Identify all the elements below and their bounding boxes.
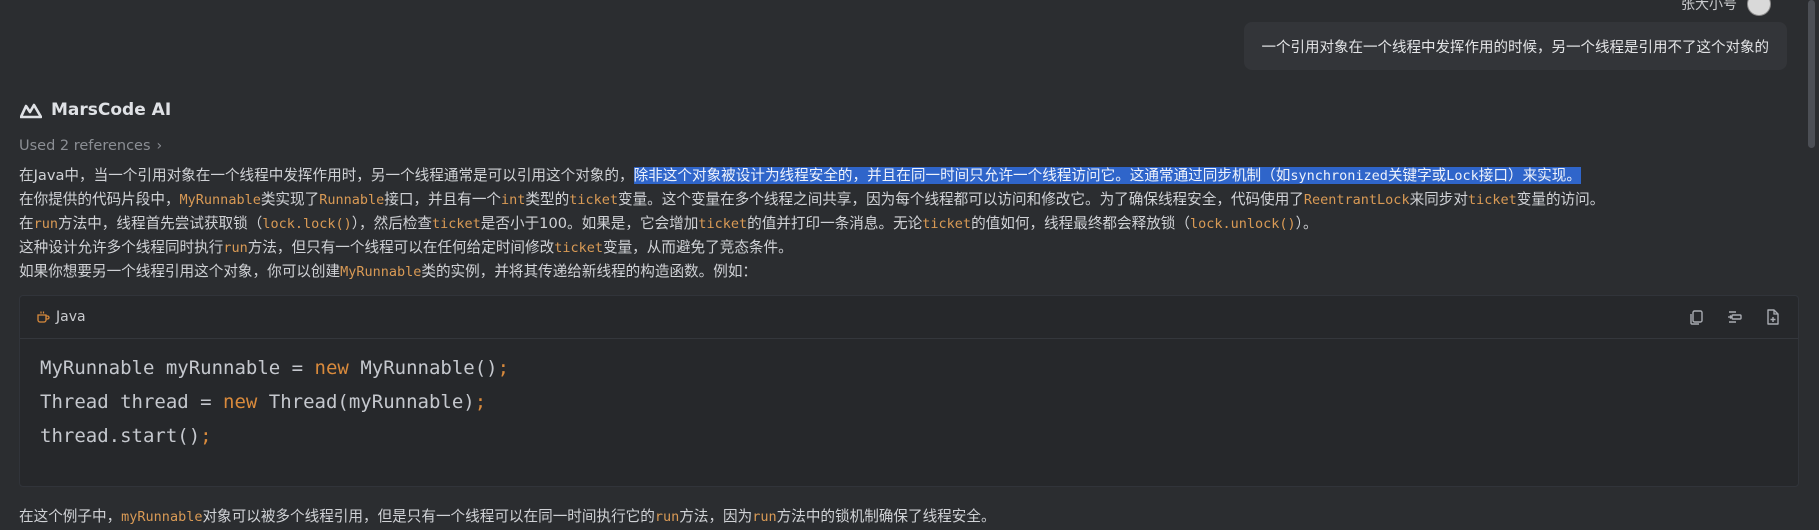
inline-code: Runnable <box>319 192 385 208</box>
selected-text: 除非这个对象被设计为线程安全的，并且在同一时间只允许一个线程访问它。这通常通过同… <box>633 167 1581 184</box>
text-run: 接口）来实现。 <box>1478 167 1581 184</box>
answer-paragraph-1: 在Java中，当一个引用对象在一个线程中发挥作用时，另一个线程通常是可以引用这个… <box>19 164 1789 188</box>
code-block-header: Java <box>20 296 1798 339</box>
new-file-icon[interactable] <box>1764 308 1782 326</box>
text-run: 变量。这个变量在多个线程之间共享，因为每个线程都可以访问和修改它。为了确保线程安… <box>617 191 1304 208</box>
assistant-answer: 在Java中，当一个引用对象在一个线程中发挥作用时，另一个线程通常是可以引用这个… <box>19 164 1789 284</box>
answer-paragraph-3: 在run方法中，线程首先尝试获取锁（lock.lock()），然后检查ticke… <box>19 212 1789 236</box>
user-avatar[interactable] <box>1747 0 1771 16</box>
text-run: 这种设计允许多个线程同时执行 <box>19 239 224 256</box>
inline-code: ticket <box>922 216 972 232</box>
references-toggle[interactable]: Used 2 references › <box>19 138 162 154</box>
text-run: 类型的 <box>525 191 570 208</box>
code-punctuation: ; <box>200 425 212 447</box>
code-body: MyRunnable myRunnable = new MyRunnable()… <box>20 339 1798 465</box>
text-run: 在Java中，当一个引用对象在一个线程中发挥作用时，另一个线程通常是可以引用这个… <box>19 167 634 184</box>
text-run: 来同步对 <box>1409 191 1468 208</box>
assistant-header: MarsCode AI <box>20 100 171 120</box>
answer-paragraph-5: 如果你想要另一个线程引用这个对象，你可以创建MyRunnable类的实例，并将其… <box>19 260 1789 284</box>
text-run: 方法中的锁机制确保了线程安全。 <box>776 508 996 525</box>
inline-code: run <box>223 240 248 256</box>
text-run: 如果你想要另一个线程引用这个对象，你可以创建 <box>19 263 341 280</box>
text-run: 的值并打印一条消息。无论 <box>747 215 923 232</box>
code-language-label: Java <box>56 309 86 325</box>
inline-code: ticket <box>554 240 603 256</box>
inline-code: MyRunnable <box>179 192 261 208</box>
code-keyword: new <box>314 357 349 379</box>
inline-code: ticket <box>698 216 748 232</box>
text-run: 类实现了 <box>260 191 320 208</box>
assistant-name: MarsCode AI <box>51 100 172 120</box>
text-run: 在 <box>19 215 34 232</box>
code-block: Java MyRunnable myRunnable = new MyRunna… <box>19 295 1799 487</box>
code-token: MyRunnable myRunnable = <box>40 357 315 379</box>
code-punctuation: ; <box>497 357 510 379</box>
text-run: 变量，从而避免了竞态条件。 <box>602 239 793 256</box>
vertical-scrollbar[interactable] <box>1808 0 1815 148</box>
text-run: 方法，但只有一个线程可以在任何给定时间修改 <box>247 239 555 256</box>
code-token: MyRunnable() <box>348 357 498 379</box>
inline-code: ticket <box>1467 192 1517 208</box>
user-name: 张大小号 <box>1681 0 1737 13</box>
code-actions <box>1688 308 1782 326</box>
inline-code: run <box>654 509 680 525</box>
java-cup-icon <box>37 311 50 323</box>
text-run: 变量的访问。 <box>1516 191 1605 208</box>
text-run: 关键字或 <box>1387 167 1447 184</box>
inline-code: lock.unlock() <box>1189 216 1296 232</box>
inline-code: MyRunnable <box>340 264 422 280</box>
inline-code: Lock <box>1446 168 1479 184</box>
code-line-2: Thread thread = new Thread(myRunnable); <box>40 385 1778 419</box>
inline-code: ticket <box>432 216 481 232</box>
code-token: thread.start() <box>40 425 201 447</box>
code-keyword: new <box>223 391 258 413</box>
user-message-text: 一个引用对象在一个线程中发挥作用的时候，另一个线程是引用不了这个对象的 <box>1261 39 1770 56</box>
text-run: 类的实例，并将其传递给新线程的构造函数。例如： <box>421 263 758 280</box>
user-message-bubble: 一个引用对象在一个线程中发挥作用的时候，另一个线程是引用不了这个对象的 <box>1243 22 1787 70</box>
text-run: ），然后检查 <box>351 215 432 232</box>
chevron-right-icon: › <box>156 138 163 154</box>
references-label: Used 2 references <box>19 138 151 154</box>
text-run: 方法中，线程首先尝试获取锁（ <box>58 215 263 232</box>
inline-code: ReentrantLock <box>1303 192 1410 208</box>
code-punctuation: ; <box>474 391 487 413</box>
text-run: 对象可以被多个线程引用，但是只有一个线程可以在同一时间执行它的 <box>202 508 655 525</box>
inline-code: int <box>501 192 526 208</box>
inline-code: lock.lock() <box>262 216 352 232</box>
code-line-1: MyRunnable myRunnable = new MyRunnable()… <box>40 351 1778 385</box>
text-run: 是否小于100。如果是，它会增加 <box>480 215 699 232</box>
text-run: 在你提供的代码片段中， <box>19 191 180 208</box>
insert-icon[interactable] <box>1726 308 1744 326</box>
inline-code: myRunnable <box>121 509 203 525</box>
answer-paragraph-2: 在你提供的代码片段中，MyRunnable类实现了Runnable接口，并且有一… <box>19 188 1789 212</box>
marscode-logo-icon <box>20 103 42 119</box>
text-run: 在这个例子中， <box>19 508 122 525</box>
text-run: 方法，因为 <box>679 508 753 525</box>
inline-code: run <box>33 216 58 232</box>
text-run: 接口，并且有一个 <box>384 191 502 208</box>
text-run: 除非这个对象被设计为线程安全的，并且在同一时间只允许一个线程访问它。这通常通过同… <box>633 167 1291 184</box>
code-line-3: thread.start(); <box>40 419 1778 453</box>
code-token: Thread thread = <box>40 391 224 413</box>
text-run: ）。 <box>1295 215 1318 232</box>
inline-code: synchronized <box>1290 168 1388 184</box>
inline-code: run <box>752 509 777 525</box>
code-token: Thread(myRunnable) <box>257 391 475 413</box>
answer-paragraph-4: 这种设计允许多个线程同时执行run方法，但只有一个线程可以在任何给定时间修改ti… <box>19 236 1789 260</box>
copy-icon[interactable] <box>1688 308 1706 326</box>
answer-paragraph-6: 在这个例子中，myRunnable对象可以被多个线程引用，但是只有一个线程可以在… <box>19 505 996 526</box>
text-run: 的值如何，线程最终都会释放锁（ <box>971 215 1190 232</box>
inline-code: ticket <box>569 192 618 208</box>
user-header: 张大小号 <box>1681 0 1771 16</box>
